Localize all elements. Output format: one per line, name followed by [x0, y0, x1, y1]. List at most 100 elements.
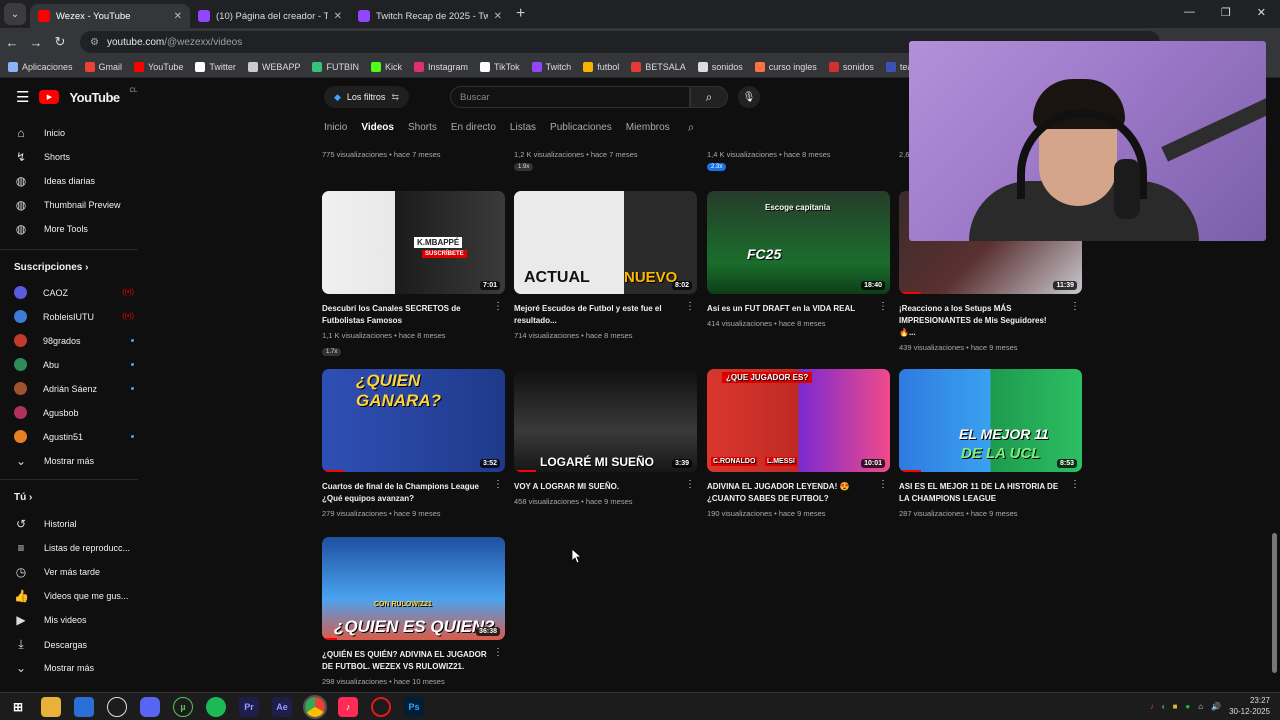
youtube-logo[interactable]: ☰ ▶ YouTube CL	[16, 88, 137, 106]
video-card[interactable]: EL MEJOR 11 DE LA UCL 8:53 ASI ES EL MEJOR …	[899, 369, 1082, 518]
bookmark-instagram[interactable]: Instagram	[413, 61, 468, 72]
search-input[interactable]: Buscar	[450, 86, 690, 108]
browser-tab-twitch-creator[interactable]: (10) Página del creador - Twitch ✕	[190, 4, 350, 28]
video-thumbnail[interactable]: EL MEJOR 11 DE LA UCL 8:53	[899, 369, 1082, 472]
scrollbar[interactable]	[1272, 533, 1277, 673]
close-tab-icon[interactable]: ✕	[494, 11, 502, 22]
video-thumbnail[interactable]: LOGARÉ MI SUEÑO 3:39	[514, 369, 697, 472]
bookmark-kick[interactable]: Kick	[370, 61, 402, 72]
video-title[interactable]: VOY A LOGRAR MI SUEÑO.	[514, 481, 679, 493]
tab-search-button[interactable]: ⌄	[4, 3, 26, 25]
video-title[interactable]: Cuartos de final de la Champions League …	[322, 481, 487, 505]
volume-icon[interactable]: 🔊	[1211, 702, 1221, 711]
tab-shorts[interactable]: Shorts	[408, 122, 437, 137]
utorrent-icon[interactable]: µ	[173, 696, 193, 717]
sidebar-sub-5[interactable]: Agusbob	[14, 406, 134, 419]
more-options-icon[interactable]: ⋮	[685, 301, 695, 312]
close-tab-icon[interactable]: ✕	[334, 11, 342, 22]
bookmark-twitch[interactable]: Twitch	[531, 61, 571, 72]
search-button[interactable]: ⌕	[690, 86, 728, 108]
tab-listas[interactable]: Listas	[510, 122, 536, 137]
minimize-icon[interactable]: —	[1184, 6, 1195, 19]
discord-icon[interactable]	[140, 696, 160, 717]
opera-icon[interactable]	[371, 696, 391, 717]
filters-chip[interactable]: ◆ Los filtros ⇆	[324, 86, 409, 108]
video-title[interactable]: Así es un FUT DRAFT en la VIDA REAL	[707, 303, 872, 315]
bookmark-curso-ingles[interactable]: curso ingles	[754, 61, 817, 72]
steam-icon[interactable]	[107, 696, 127, 717]
video-card[interactable]: ¿QUIEN ES QUIEN? CON RULOWIZ21 36:38 ¿QUIÉN…	[322, 537, 505, 686]
close-tab-icon[interactable]: ✕	[174, 11, 182, 22]
more-options-icon[interactable]: ⋮	[878, 479, 888, 490]
more-options-icon[interactable]: ⋮	[493, 647, 503, 658]
sidebar-sub-1[interactable]: RobleisIUTU ((•))	[14, 310, 134, 323]
reload-icon[interactable]: ↻	[48, 34, 72, 50]
more-options-icon[interactable]: ⋮	[1070, 479, 1080, 490]
video-card[interactable]: Escoge capitanía FC25 18:40 Así es un FUT D…	[707, 191, 890, 328]
video-card[interactable]: ¿QUIEN GANARA? 3:52 Cuartos de final de la…	[322, 369, 505, 518]
network-icon[interactable]: ⌂	[1198, 702, 1203, 711]
video-title[interactable]: Mejoré Escudos de Futbol y este fue el r…	[514, 303, 679, 327]
bookmark-tiktok[interactable]: TikTok	[480, 61, 520, 72]
bookmark-webapp[interactable]: WEBAPP	[247, 61, 300, 72]
new-tab-button[interactable]: +	[516, 5, 525, 23]
photoshop-icon[interactable]: Ps	[404, 696, 424, 717]
video-thumbnail[interactable]: ACTUAL NUEVO 8:02	[514, 191, 697, 294]
video-thumbnail[interactable]: ¿QUE JUGADOR ES? C.RONALDO L.MESSI 10:01	[707, 369, 890, 472]
site-info-icon[interactable]: ⚙	[90, 37, 99, 48]
file-explorer-icon[interactable]	[41, 696, 61, 717]
tab-publicaciones[interactable]: Publicaciones	[550, 122, 612, 137]
tab-videos[interactable]: Videos	[361, 122, 394, 137]
video-title[interactable]: ¿QUIÉN ES QUIÉN? ADIVINA EL JUGADOR DE F…	[322, 649, 487, 673]
subscriptions-heading[interactable]: Suscripciones ›	[14, 262, 88, 273]
sidebar-sub-4[interactable]: Adrián Sáenz	[14, 382, 134, 395]
sidebar-item-thumbnail-preview[interactable]: ◍ Thumbnail Preview	[14, 198, 134, 212]
spotify-tray-icon[interactable]: ●	[1185, 702, 1190, 711]
sidebar-item-more-tools[interactable]: ◍ More Tools	[14, 222, 134, 236]
sidebar-item-you-4[interactable]: ▶ Mis videos	[14, 613, 134, 627]
sidebar-item-you-1[interactable]: ≡ Listas de reproducc...	[14, 541, 134, 555]
bookmark-twitter[interactable]: Twitter	[195, 61, 236, 72]
menu-icon[interactable]: ☰	[16, 88, 29, 106]
forward-icon[interactable]: →	[24, 35, 48, 50]
video-thumbnail[interactable]: K.MBAPPÉ SUSCRÍBETE 7:01	[322, 191, 505, 294]
sidebar-sub-3[interactable]: Abu	[14, 358, 134, 371]
bookmark-sonidos[interactable]: sonidos	[697, 61, 743, 72]
bookmark-futbol[interactable]: futbol	[583, 61, 619, 72]
video-title[interactable]: ASI ES EL MEJOR 11 DE LA HISTORIA DE LA …	[899, 481, 1064, 505]
tiktok-tray-icon[interactable]: ♪	[1150, 702, 1154, 711]
channel-search-icon[interactable]: ⌕	[688, 120, 695, 135]
spotify-icon[interactable]	[206, 696, 226, 717]
sidebar-item-you-2[interactable]: ◷ Ver más tarde	[14, 565, 134, 579]
sidebar-sub-2[interactable]: 98grados	[14, 334, 134, 347]
more-options-icon[interactable]: ⋮	[1070, 301, 1080, 312]
sidebar-item-inicio[interactable]: ⌂ Inicio	[14, 126, 134, 140]
you-heading[interactable]: Tú ›	[14, 492, 32, 503]
video-thumbnail[interactable]: ¿QUIEN ES QUIEN? CON RULOWIZ21 36:38	[322, 537, 505, 640]
sidebar-sub-0[interactable]: CAOZ ((•))	[14, 286, 134, 299]
video-thumbnail[interactable]: ¿QUIEN GANARA? 3:52	[322, 369, 505, 472]
video-card[interactable]: K.MBAPPÉ SUSCRÍBETE 7:01 Descubrí los Canal…	[322, 191, 505, 358]
chrome-icon[interactable]	[303, 694, 327, 719]
video-title[interactable]: Descubrí los Canales SECRETOS de Futboli…	[322, 303, 487, 327]
video-card[interactable]: ¿QUE JUGADOR ES? C.RONALDO L.MESSI 10:01 ADI…	[707, 369, 890, 518]
show-more-subscriptions[interactable]: ⌄ Mostrar más	[14, 454, 134, 468]
clock[interactable]: 23:27 30-12-2025	[1229, 695, 1270, 717]
bookmark-betsala[interactable]: BETSALA	[631, 61, 686, 72]
browser-tab-youtube[interactable]: Wezex - YouTube ✕	[30, 4, 190, 28]
close-window-icon[interactable]: ✕	[1257, 6, 1266, 19]
more-options-icon[interactable]: ⋮	[493, 301, 503, 312]
video-card[interactable]: ACTUAL NUEVO 8:02 Mejoré Escudos de Futbol …	[514, 191, 697, 340]
restore-icon[interactable]: ❐	[1221, 6, 1231, 19]
sidebar-item-you-0[interactable]: ↺ Historial	[14, 517, 134, 531]
tiktok-icon[interactable]: ♪	[338, 696, 358, 717]
video-title[interactable]: ADIVINA EL JUGADOR LEYENDA! 😍 ¿CUANTO SA…	[707, 481, 872, 505]
tab-en-directo[interactable]: En directo	[451, 122, 496, 137]
bookmark-sonidos[interactable]: sonidos	[828, 61, 874, 72]
sidebar-item-you-3[interactable]: 👍 Videos que me gus...	[14, 589, 134, 603]
sidebar-item-ideas-diarias[interactable]: ◍ Ideas diarias	[14, 174, 134, 188]
video-card[interactable]: LOGARÉ MI SUEÑO 3:39 VOY A LOGRAR MI SUEÑO…	[514, 369, 697, 506]
more-options-icon[interactable]: ⋮	[493, 479, 503, 490]
browser-tab-twitch-recap[interactable]: Twitch Recap de 2025 - Twitch ✕	[350, 4, 510, 28]
bookmark-gmail[interactable]: Gmail	[84, 61, 122, 72]
